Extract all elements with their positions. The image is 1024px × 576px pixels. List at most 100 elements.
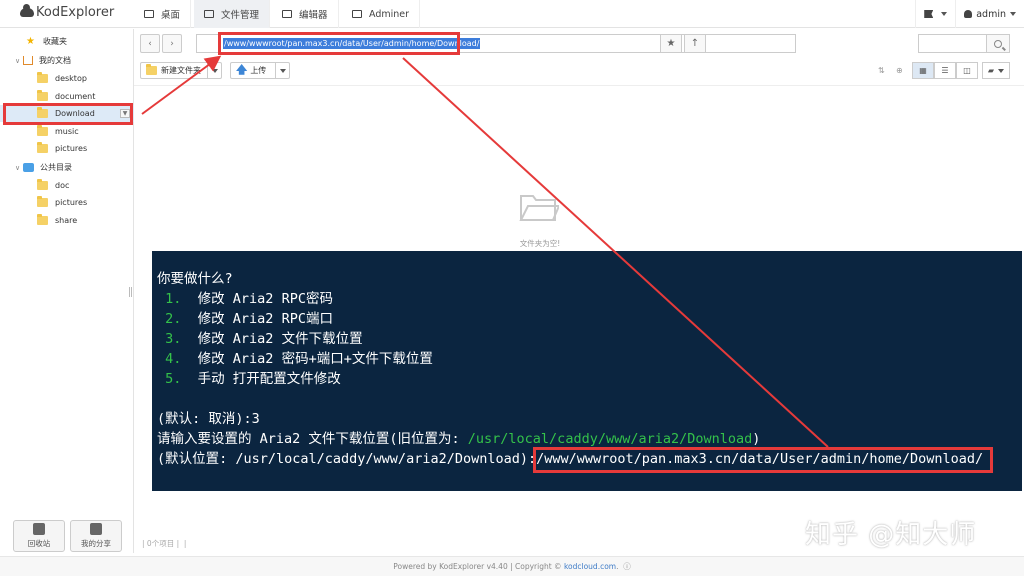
home-icon xyxy=(23,56,33,65)
option-number: 2. xyxy=(165,311,182,327)
star-icon: ★ xyxy=(666,38,676,49)
sidebar-item-label: pictures xyxy=(55,144,88,153)
sidebar-item-label: desktop xyxy=(55,74,87,83)
app-logo[interactable]: KodExplorer xyxy=(20,4,115,20)
grid-view-button[interactable]: ▦ xyxy=(912,62,934,79)
user-icon xyxy=(964,10,973,18)
option-text: 修改 Aria2 RPC密码 xyxy=(197,291,333,307)
desktop-icon xyxy=(144,10,154,18)
tab-label: 文件管理 xyxy=(221,10,260,21)
list-view-button[interactable]: ☰ xyxy=(934,62,956,79)
button-label: 上传 xyxy=(250,66,267,75)
terminal-input-prompt: 请输入要设置的 Aria2 文件下载位置(旧位置为: /usr/local/ca… xyxy=(157,429,760,449)
folder-icon xyxy=(204,10,214,18)
chevron-down-icon[interactable]: ∨ xyxy=(15,164,23,172)
tab-label: 桌面 xyxy=(161,10,181,21)
favorite-button[interactable]: ★ xyxy=(660,34,682,53)
sidebar-item-music[interactable]: music xyxy=(0,123,134,140)
search-input[interactable] xyxy=(918,34,988,53)
footer: Powered by KodExplorer v4.40 | Copyright… xyxy=(0,556,1024,576)
prompt-suffix: ) xyxy=(752,431,761,447)
divider xyxy=(134,85,1024,86)
status-bar: | 0个项目 | | xyxy=(142,539,187,548)
search-icon xyxy=(994,39,1002,48)
arrow-up-icon: ↑ xyxy=(690,38,700,49)
cloud-icon xyxy=(20,4,34,17)
info-icon[interactable]: ⓘ xyxy=(621,562,631,571)
sidebar-item-label: pictures xyxy=(55,198,88,207)
terminal-option: 4. 修改 Aria2 密码+端口+文件下载位置 xyxy=(157,349,433,369)
folder-icon xyxy=(37,179,48,190)
share-icon xyxy=(90,523,102,535)
sidebar-item-public-pictures[interactable]: pictures xyxy=(0,194,134,211)
option-number: 1. xyxy=(165,291,182,307)
flag-icon xyxy=(924,10,934,18)
button-label: 新建文件夹 xyxy=(161,66,201,75)
tab-adminer[interactable]: Adminer xyxy=(342,0,421,28)
sidebar-item-label: doc xyxy=(55,181,70,190)
tab-editor[interactable]: 编辑器 xyxy=(272,0,339,28)
tab-desktop[interactable]: 桌面 xyxy=(134,0,192,28)
sidebar-item-label: 我的文档 xyxy=(39,56,71,65)
up-button[interactable]: ↑ xyxy=(684,34,706,53)
option-number: 3. xyxy=(165,331,182,347)
terminal-prompt: 你要做什么? xyxy=(157,271,233,287)
sidebar-item-my-documents[interactable]: ∨ 我的文档 xyxy=(0,52,134,69)
split-view-button[interactable]: ◫ xyxy=(956,62,978,79)
folder-icon xyxy=(37,125,48,136)
forward-button[interactable]: › xyxy=(162,34,182,53)
user-menu[interactable]: admin xyxy=(955,0,1024,28)
columns-icon: ◫ xyxy=(963,66,971,75)
empty-folder-text: 文件夹为空! xyxy=(519,239,561,248)
sidebar-item-public[interactable]: ∨ 公共目录 xyxy=(0,159,134,176)
sidebar-item-favorites[interactable]: ★ 收藏夹 xyxy=(0,33,134,50)
old-path: /usr/local/caddy/www/aria2/Download xyxy=(467,431,753,447)
sidebar-item-share[interactable]: share xyxy=(0,212,134,229)
sidebar-item-pictures[interactable]: pictures xyxy=(0,140,134,157)
chevron-down-icon[interactable] xyxy=(275,63,289,78)
watermark: 知乎 @知大师 xyxy=(805,520,977,550)
empty-folder-icon xyxy=(519,195,559,221)
chevron-down-icon[interactable]: ∨ xyxy=(15,57,23,65)
chevron-down-icon xyxy=(1010,12,1016,16)
grid-icon: ▦ xyxy=(919,66,927,75)
terminal-option: 1. 修改 Aria2 RPC密码 xyxy=(157,289,333,309)
top-nav: KodExplorer 桌面 文件管理 编辑器 Adminer admin xyxy=(0,0,1024,28)
highlight-entered-path xyxy=(533,447,993,473)
back-button[interactable]: ‹ xyxy=(140,34,160,53)
upload-button[interactable]: 🡅 上传 xyxy=(230,62,290,79)
sidebar-item-label: 公共目录 xyxy=(40,163,72,172)
trash-icon xyxy=(33,523,45,535)
button-label: 回收站 xyxy=(27,539,51,548)
action-bar: 新建文件夹 🡅 上传 ⇅ ⊕ ▦ ☰ ◫ ▰ xyxy=(138,62,1016,80)
theme-menu-button[interactable]: ▰ xyxy=(982,62,1010,79)
terminal-option: 2. 修改 Aria2 RPC端口 xyxy=(157,309,333,329)
chevron-down-icon xyxy=(941,12,948,16)
tab-file-manager[interactable]: 文件管理 xyxy=(194,0,271,28)
star-icon: ★ xyxy=(26,36,35,47)
database-icon xyxy=(352,10,362,18)
folder-icon xyxy=(37,90,48,101)
palette-icon: ▰ xyxy=(987,66,995,75)
sidebar-resize-handle[interactable] xyxy=(129,287,132,297)
app-name: KodExplorer xyxy=(36,5,115,20)
sidebar-item-label: 收藏夹 xyxy=(43,37,67,46)
footer-suffix: . xyxy=(616,562,619,571)
terminal-option: 3. 修改 Aria2 文件下载位置 xyxy=(157,329,362,349)
upload-icon: 🡅 xyxy=(236,63,248,76)
footer-link[interactable]: kodcloud.com xyxy=(564,562,616,571)
search-button[interactable] xyxy=(986,34,1010,53)
recycle-bin-button[interactable]: 回收站 xyxy=(13,520,65,552)
sidebar-item-label: share xyxy=(55,216,78,225)
zoom-icon[interactable]: ⊕ xyxy=(896,66,903,75)
chevron-down-icon[interactable] xyxy=(207,63,221,78)
language-menu[interactable] xyxy=(915,0,955,28)
folder-icon xyxy=(146,64,157,75)
new-folder-button[interactable]: 新建文件夹 xyxy=(140,62,222,79)
sidebar-item-desktop[interactable]: desktop xyxy=(0,70,134,87)
my-share-button[interactable]: 我的分享 xyxy=(70,520,122,552)
sidebar-item-doc[interactable]: doc xyxy=(0,177,134,194)
default-location: (默认位置: /usr/local/caddy/www/aria2/Downlo… xyxy=(157,451,537,467)
sort-icon[interactable]: ⇅ xyxy=(878,66,885,75)
terminal-default-choice: (默认: 取消):3 xyxy=(157,411,260,427)
